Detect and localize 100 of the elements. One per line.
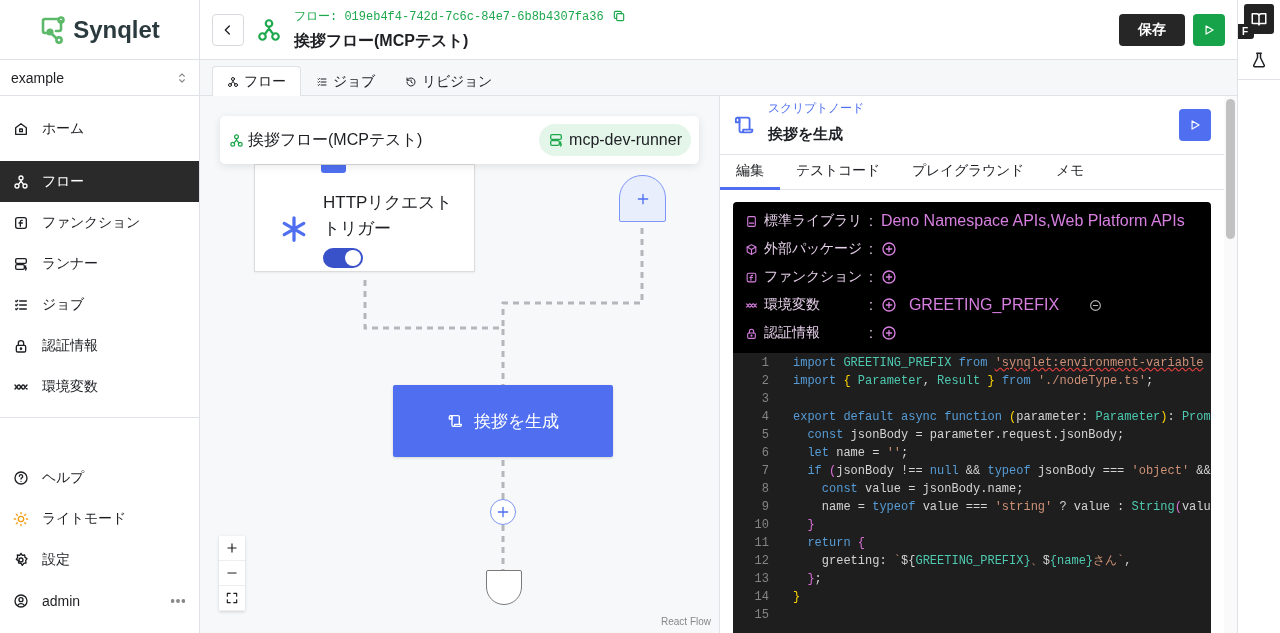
separator: : (869, 325, 873, 341)
runner-chip[interactable]: mcp-dev-runner (539, 124, 691, 156)
user-menu[interactable]: admin (0, 580, 81, 621)
tab[interactable]: 編集 (720, 155, 780, 190)
run-button[interactable] (1193, 13, 1225, 46)
tab[interactable]: ジョブ (301, 66, 390, 96)
script-node[interactable]: 挨拶を生成 (393, 385, 613, 457)
code-line: const value = jsonBody.name; (820, 481, 1024, 498)
flow-icon (229, 132, 244, 148)
nav-item[interactable]: ホーム (0, 108, 199, 149)
lock-icon (13, 337, 29, 354)
add-icon[interactable] (880, 325, 897, 341)
code-line: } (793, 589, 801, 606)
line-number: 14 (753, 589, 769, 606)
help-icon (13, 469, 29, 486)
trigger-node[interactable]: HTTPリクエストトリガー (254, 164, 475, 272)
code-line: return { (806, 535, 865, 552)
dependency-label: 環境変数 (764, 296, 820, 314)
sun-icon (13, 510, 29, 527)
code-line: name = typeof value === 'string' ? value : String(valu (820, 499, 1211, 516)
tab[interactable]: プレイグラウンド (896, 155, 1040, 190)
flask-icon (1250, 50, 1268, 69)
separator: : (869, 213, 873, 229)
nav-item[interactable]: 設定 (0, 539, 199, 580)
flow-title: 挨拶フロー(MCPテスト) (294, 30, 470, 51)
flow-id: フロー: 019eb4f4-742d-7c6c-84e7-6b8b4307fa36 (294, 8, 604, 25)
line-number: 7 (760, 463, 769, 480)
code-line: const jsonBody = parameter.request.jsonBody; (806, 427, 1125, 444)
save-button[interactable]: 保存 (1119, 13, 1185, 46)
code-line: if (jsonBody !== null && typeof jsonBody === 'object' && (806, 463, 1211, 480)
nav-item[interactable]: ランナー (0, 243, 199, 284)
play-icon (1188, 118, 1202, 132)
nav-item[interactable]: ジョブ (0, 284, 199, 325)
tab[interactable]: フロー (212, 66, 301, 96)
add-node-button[interactable] (619, 175, 666, 222)
flow-icon (13, 173, 29, 190)
settings-icon (13, 551, 29, 568)
nav-item[interactable]: ライトモード (0, 498, 199, 539)
line-number: 15 (753, 607, 769, 624)
nav-item[interactable]: 環境変数 (0, 366, 199, 407)
end-node[interactable] (486, 570, 522, 605)
plus-icon (225, 541, 239, 555)
function-icon (745, 270, 758, 284)
remove-icon[interactable] (1089, 298, 1103, 312)
copy-icon[interactable] (611, 9, 626, 23)
add-step-button[interactable] (490, 499, 516, 525)
nav-item[interactable]: ファンクション (0, 202, 199, 243)
line-number: 4 (760, 409, 769, 426)
line-number: 6 (760, 445, 769, 462)
user-icon (13, 592, 29, 609)
book-open-icon (1250, 10, 1268, 28)
add-icon[interactable] (880, 241, 897, 257)
logo-text: Synqlet (73, 15, 160, 44)
flow-icon (227, 75, 239, 88)
dependency-value: GREETING_PREFIX (908, 296, 1060, 314)
code-line: import { Parameter, Result } from './nodeType.ts'; (793, 373, 1154, 390)
dependency-label: 外部パッケージ (764, 240, 862, 258)
home-icon (13, 120, 29, 137)
more-icon (171, 598, 185, 603)
toggle-switch[interactable] (323, 248, 363, 268)
play-icon (1202, 22, 1216, 37)
line-number: 2 (760, 373, 769, 390)
add-icon[interactable] (880, 269, 897, 285)
lock-icon (745, 326, 758, 340)
server-icon (548, 132, 565, 148)
separator: : (869, 269, 873, 285)
book-icon (745, 214, 758, 228)
run-node-button[interactable] (1179, 109, 1211, 141)
node-label: 挨拶を生成 (473, 410, 559, 433)
code-line: } (806, 517, 815, 534)
code-line: }; (806, 571, 822, 588)
code-editor[interactable] (733, 353, 1211, 633)
dependency-label: 標準ライブラリ (764, 212, 862, 230)
code-line: export default async function (parameter: Parameter): Prom (793, 409, 1211, 426)
node-tag (321, 165, 346, 173)
nav-item[interactable]: ヘルプ (0, 457, 199, 498)
separator: : (869, 297, 873, 313)
plus-icon (495, 504, 511, 520)
code-line: let name = ''; (806, 445, 909, 462)
box-icon (745, 242, 758, 256)
nav-item[interactable]: 認証情報 (0, 325, 199, 366)
flow-name: 挨拶フロー(MCPテスト) (248, 129, 423, 150)
tab[interactable]: テストコード (780, 155, 896, 190)
tab[interactable]: メモ (1040, 155, 1100, 190)
line-number: 9 (760, 499, 769, 516)
line-number: 1 (760, 355, 769, 372)
checklist-icon (316, 75, 328, 88)
flow-icon (256, 16, 282, 43)
code-line: greeting: `${GREETING_PREFIX}、${name}さん`, (820, 553, 1132, 570)
scrollbar[interactable] (1224, 96, 1237, 633)
workspace-select[interactable]: example (0, 60, 199, 96)
more-button[interactable] (171, 598, 185, 603)
tab[interactable]: リビジョン (390, 66, 507, 96)
attribution-link[interactable]: React Flow (661, 616, 711, 627)
scroll-icon (447, 413, 464, 429)
nav-item[interactable]: フロー (0, 161, 199, 202)
line-number: 13 (753, 571, 769, 588)
history-icon (405, 75, 417, 88)
add-icon[interactable] (880, 297, 897, 313)
scrollbar-thumb[interactable] (1226, 99, 1235, 239)
